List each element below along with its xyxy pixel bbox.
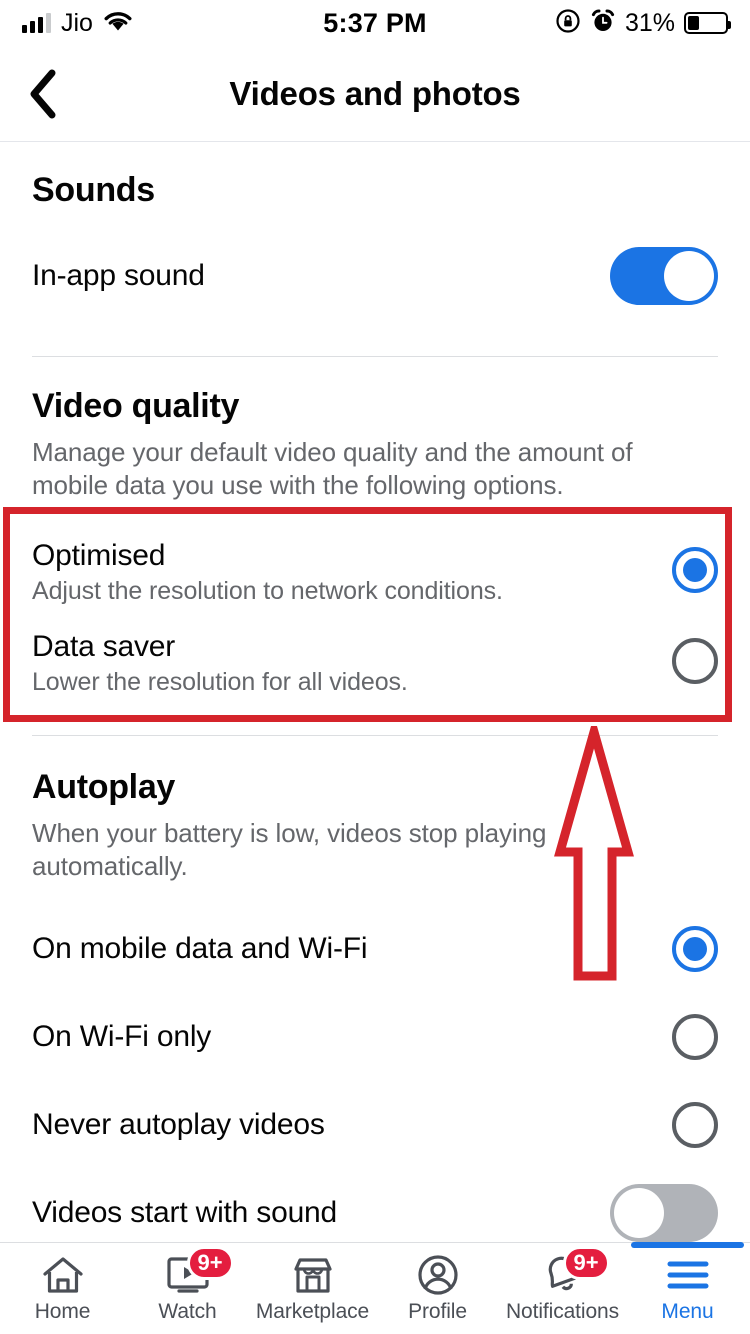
option-never-autoplay-label: Never autoplay videos: [32, 1108, 325, 1142]
option-optimised[interactable]: Optimised Adjust the resolution to netwo…: [0, 525, 750, 606]
marketplace-store-icon: [290, 1254, 336, 1296]
video-quality-options: Optimised Adjust the resolution to netwo…: [0, 525, 750, 697]
watch-video-icon: 9+: [165, 1245, 234, 1296]
option-on-wifi-only[interactable]: On Wi-Fi only: [0, 993, 750, 1081]
autoplay-description: When your battery is low, videos stop pl…: [32, 817, 547, 881]
option-on-mobile-and-wifi[interactable]: On mobile data and Wi-Fi: [0, 905, 750, 993]
tab-profile-label: Profile: [408, 1299, 467, 1323]
bell-icon: 9+: [541, 1245, 610, 1296]
option-optimised-title: Optimised: [32, 538, 166, 572]
in-app-sound-label: In-app sound: [32, 259, 205, 292]
in-app-sound-toggle[interactable]: [610, 247, 718, 305]
tab-notifications[interactable]: 9+ Notifications: [500, 1243, 625, 1334]
option-on-mobile-and-wifi-label: On mobile data and Wi-Fi: [32, 932, 368, 966]
option-on-wifi-only-label: On Wi-Fi only: [32, 1020, 212, 1054]
status-bar-clock: 5:37 PM: [323, 7, 427, 38]
tab-home[interactable]: Home: [0, 1243, 125, 1334]
option-data-saver-title: Data saver: [32, 629, 176, 663]
autoplay-options: On mobile data and Wi-Fi On Wi-Fi only N…: [0, 905, 750, 1257]
toggle-knob: [614, 1188, 664, 1239]
option-on-mobile-and-wifi-radio[interactable]: [672, 926, 718, 973]
option-never-autoplay[interactable]: Never autoplay videos: [0, 1081, 750, 1169]
settings-content: Sounds In-app sound Video quality Manage…: [0, 143, 750, 1257]
tab-home-label: Home: [34, 1299, 91, 1323]
option-data-saver-radio[interactable]: [672, 637, 718, 684]
video-quality-description: Manage your default video quality and th…: [32, 437, 633, 501]
tab-profile[interactable]: Profile: [375, 1243, 500, 1334]
tab-watch-label: Watch: [158, 1299, 217, 1323]
tab-menu-label: Menu: [661, 1299, 714, 1323]
nav-header: Videos and photos: [0, 46, 750, 142]
watch-badge: 9+: [186, 1245, 234, 1280]
tab-marketplace[interactable]: Marketplace: [250, 1243, 375, 1334]
video-quality-heading: Video quality: [32, 387, 240, 425]
option-optimised-radio[interactable]: [672, 546, 718, 593]
option-data-saver[interactable]: Data saver Lower the resolution for all …: [0, 606, 750, 697]
tab-marketplace-label: Marketplace: [255, 1299, 370, 1323]
autoplay-section-header: Autoplay When your battery is low, video…: [0, 736, 750, 884]
page-title: Videos and photos: [229, 74, 521, 112]
battery-percent-label: 31%: [624, 8, 676, 37]
back-button[interactable]: [0, 46, 86, 142]
app-screen: Jio 5:37 PM 31% Videos and photos Sounds…: [0, 0, 750, 1334]
rotation-lock-icon: [555, 8, 581, 39]
bottom-tab-bar: Home 9+ Watch Marketplace Profile 9+ Not…: [0, 1242, 750, 1334]
videos-start-with-sound-toggle[interactable]: [610, 1184, 718, 1243]
video-quality-section-header: Video quality Manage your default video …: [0, 357, 750, 503]
hamburger-menu-icon: [665, 1254, 711, 1296]
profile-person-icon: [417, 1254, 459, 1296]
wifi-icon: [103, 10, 133, 37]
toggle-knob: [664, 251, 714, 301]
option-data-saver-description: Lower the resolution for all videos.: [32, 667, 408, 696]
row-in-app-sound[interactable]: In-app sound: [0, 228, 750, 324]
notifications-badge: 9+: [562, 1245, 610, 1280]
alarm-icon: [590, 8, 616, 39]
status-bar-left: Jio: [22, 9, 323, 38]
option-never-autoplay-radio[interactable]: [672, 1102, 718, 1149]
videos-start-with-sound-label: Videos start with sound: [32, 1196, 338, 1230]
tab-menu-active-indicator: [631, 1242, 744, 1248]
home-icon: [41, 1254, 85, 1296]
sounds-section-header: Sounds: [0, 143, 750, 210]
status-bar: Jio 5:37 PM 31%: [0, 0, 750, 46]
autoplay-heading: Autoplay: [32, 767, 176, 806]
chevron-left-icon: [26, 68, 60, 120]
tab-menu[interactable]: Menu: [625, 1242, 750, 1334]
carrier-label: Jio: [61, 8, 93, 37]
signal-bars-icon: [22, 13, 51, 33]
option-optimised-description: Adjust the resolution to network conditi…: [32, 576, 503, 605]
status-bar-right: 31%: [427, 8, 732, 39]
sounds-heading: Sounds: [32, 171, 155, 209]
option-optimised-text: Optimised Adjust the resolution to netwo…: [32, 539, 672, 606]
tab-watch[interactable]: 9+ Watch: [125, 1243, 250, 1334]
battery-icon: [684, 12, 732, 34]
option-on-wifi-only-radio[interactable]: [672, 1014, 718, 1061]
tab-notifications-label: Notifications: [505, 1299, 620, 1323]
option-data-saver-text: Data saver Lower the resolution for all …: [32, 630, 672, 697]
